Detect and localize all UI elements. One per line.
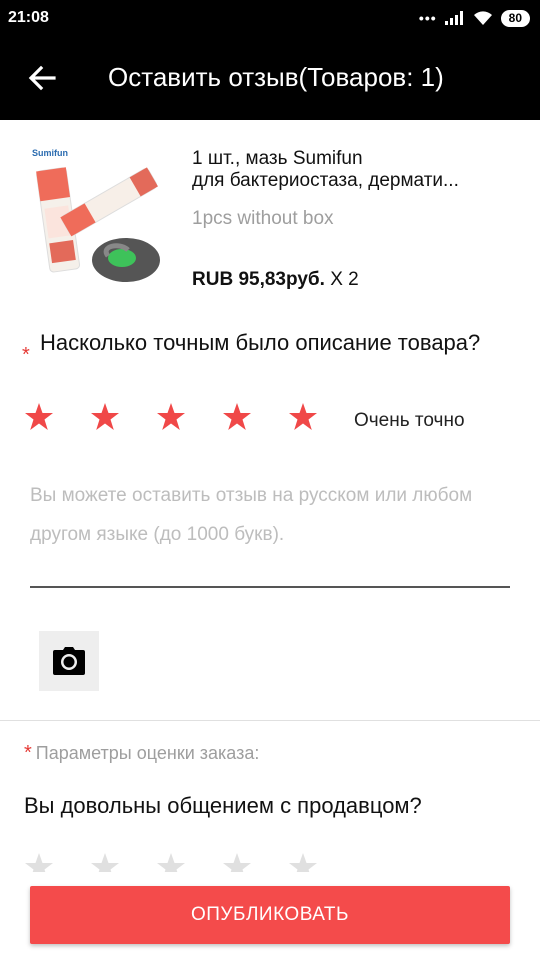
star-icon[interactable] (156, 852, 186, 872)
back-button[interactable] (24, 60, 60, 96)
divider (0, 720, 540, 721)
brand-logo: Sumifun (32, 148, 68, 158)
add-photo-button[interactable] (39, 631, 99, 691)
dots-icon: ••• (418, 10, 437, 26)
product-name-line1: 1 шт., мазь Sumifun (192, 148, 363, 169)
star-icon[interactable] (288, 402, 318, 432)
app-bar: Оставить отзыв(Товаров: 1) (0, 36, 540, 120)
page-title: Оставить отзыв(Товаров: 1) (108, 62, 444, 92)
star-icon[interactable] (222, 402, 252, 432)
seller-communication-rating (24, 852, 318, 872)
required-mark: * (24, 742, 32, 764)
product-name-line2: для бактериостаза, дермати... (192, 170, 459, 191)
required-mark: * (22, 344, 30, 366)
star-icon[interactable] (24, 402, 54, 432)
accuracy-rating-label: Очень точно (354, 410, 465, 431)
star-icon[interactable] (90, 852, 120, 872)
battery-icon: 80 (500, 9, 530, 27)
accuracy-question-text: Насколько точным было описание товара? (40, 330, 481, 355)
product-image[interactable]: Sumifun (30, 146, 170, 286)
product-card: Sumifun 1 шт., мазь Sumifun для бактерио… (0, 120, 540, 320)
status-icons: ••• 80 (419, 8, 530, 28)
product-variant: 1pcs without box (192, 208, 334, 229)
star-icon[interactable] (90, 402, 120, 432)
star-icon[interactable] (222, 852, 252, 872)
arrow-left-icon (28, 65, 56, 91)
order-params-text: Параметры оценки заказа: (35, 743, 260, 763)
accuracy-rating (24, 402, 318, 432)
star-icon[interactable] (156, 402, 186, 432)
star-icon[interactable] (24, 852, 54, 872)
product-price: RUB 95,83руб. (192, 269, 325, 290)
signal-icon (444, 11, 463, 25)
status-time: 21:08 (8, 9, 49, 26)
star-icon[interactable] (288, 852, 318, 872)
order-params-label: * Параметры оценки заказа: (24, 742, 259, 765)
product-quantity: X 2 (330, 269, 359, 290)
publish-button[interactable]: ОПУБЛИКОВАТЬ (30, 886, 510, 944)
seller-communication-question: Вы довольны общением с продавцом? (24, 793, 422, 818)
camera-icon (53, 647, 85, 675)
review-input[interactable] (30, 476, 510, 588)
wifi-icon (473, 11, 492, 25)
status-bar: 21:08 ••• 80 (0, 0, 540, 36)
product-name[interactable]: 1 шт., мазь Sumifun для бактериостаза, д… (192, 148, 512, 192)
product-price-line: RUB 95,83руб. X 2 (192, 269, 359, 291)
